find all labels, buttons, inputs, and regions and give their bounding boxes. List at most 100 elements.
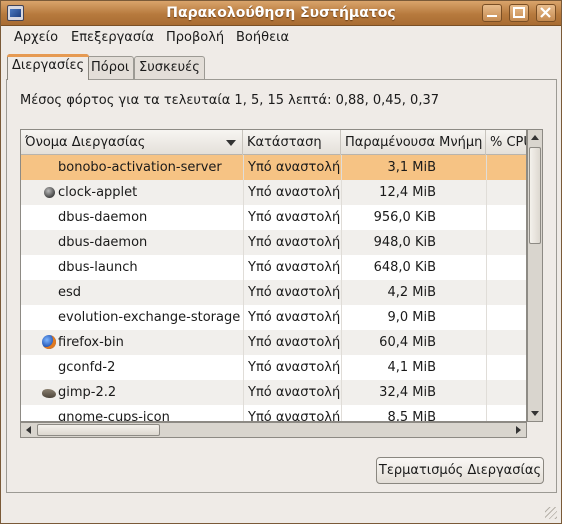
process-cpu: 0 <box>486 405 527 421</box>
process-cpu: 0 <box>486 305 527 330</box>
process-status: Υπό αναστολή <box>248 360 340 375</box>
process-name: esd <box>58 285 82 300</box>
process-name: dbus-launch <box>58 260 138 275</box>
scroll-right-icon[interactable] <box>515 425 523 435</box>
menu-view[interactable]: Προβολή <box>166 30 224 45</box>
process-memory: 32,4 MiB <box>379 385 436 400</box>
column-header-memory[interactable]: Παραμένουσα Μνήμη <box>341 130 486 155</box>
minimize-icon <box>487 15 497 17</box>
table-row[interactable]: evolution-exchange-storage Υπό αναστολή 9,… <box>21 305 526 330</box>
menu-file[interactable]: Αρχείο <box>14 30 58 45</box>
column-separator <box>243 280 244 305</box>
column-header-name[interactable]: Όνομα Διεργασίας <box>21 130 243 155</box>
process-cpu: 0 <box>486 180 527 205</box>
column-separator <box>243 180 244 205</box>
table-row[interactable]: dbus-daemon Υπό αναστολή 948,0 KiB 0 <box>21 230 526 255</box>
end-process-button[interactable]: Τερματισμός Διεργασίας <box>376 457 544 484</box>
tab-resources[interactable]: Πόροι <box>86 56 135 80</box>
column-separator <box>341 305 342 330</box>
maximize-button[interactable] <box>509 4 529 22</box>
sort-descending-icon <box>226 140 236 146</box>
table-row[interactable]: dbus-launch Υπό αναστολή 648,0 KiB 0 <box>21 255 526 280</box>
process-memory: 3,1 MiB <box>387 160 436 175</box>
column-separator <box>341 355 342 380</box>
column-cpu-label: % CPU <box>490 135 526 150</box>
process-name: evolution-exchange-storage <box>58 310 241 325</box>
column-separator <box>243 305 244 330</box>
scroll-down-icon[interactable] <box>530 410 540 418</box>
column-separator <box>341 255 342 280</box>
menu-edit[interactable]: Επεξεργασία <box>71 30 154 45</box>
process-name: gconfd-2 <box>58 360 116 375</box>
table-row[interactable]: bonobo-activation-server Υπό αναστολή 3,1 … <box>21 155 526 180</box>
column-separator <box>243 405 244 421</box>
process-cpu: 0 <box>486 155 527 180</box>
column-separator <box>243 155 244 180</box>
table-row[interactable]: gimp-2.2 Υπό αναστολή 32,4 MiB 0 <box>21 380 526 405</box>
column-separator <box>243 205 244 230</box>
process-cpu: 0 <box>486 255 527 280</box>
vertical-scroll-thumb[interactable] <box>529 147 541 244</box>
system-monitor-window: Παρακολούθηση Συστήματος Αρχείο Επεξεργα… <box>0 0 562 524</box>
tab-devices[interactable]: Συσκευές <box>134 56 205 80</box>
process-cpu: 0 <box>486 380 527 405</box>
process-cpu: 0 <box>486 230 527 255</box>
process-cpu: 0 <box>486 330 527 355</box>
table-row[interactable]: gnome-cups-icon Υπό αναστολή 8,5 MiB 0 <box>21 405 527 422</box>
process-status: Υπό αναστολή <box>248 185 340 200</box>
close-button[interactable] <box>536 4 556 22</box>
horizontal-scrollbar[interactable] <box>20 422 527 438</box>
process-status: Υπό αναστολή <box>248 260 340 275</box>
column-separator <box>341 230 342 255</box>
process-status: Υπό αναστολή <box>248 385 340 400</box>
process-status: Υπό αναστολή <box>248 210 340 225</box>
process-memory: 948,0 KiB <box>373 235 436 250</box>
process-memory: 12,4 MiB <box>379 185 436 200</box>
column-name-label: Όνομα Διεργασίας <box>25 135 146 150</box>
resize-grip[interactable] <box>545 507 557 519</box>
column-header-cpu[interactable]: % CPU <box>486 130 526 155</box>
column-separator <box>243 355 244 380</box>
menu-bar: Αρχείο Επεξεργασία Προβολή Βοήθεια <box>2 26 561 51</box>
table-row[interactable]: dbus-daemon Υπό αναστολή 956,0 KiB 0 <box>21 205 526 230</box>
table-body: bonobo-activation-server Υπό αναστολή 3,1 … <box>21 155 527 422</box>
column-memory-label: Παραμένουσα Μνήμη <box>345 135 483 150</box>
process-memory: 8,5 MiB <box>387 410 436 422</box>
gimp-icon <box>42 389 56 398</box>
process-memory: 4,2 MiB <box>387 285 436 300</box>
vertical-scrollbar[interactable] <box>527 129 543 422</box>
column-header-status[interactable]: Κατάσταση <box>243 130 341 155</box>
tab-processes[interactable]: Διεργασίες <box>7 54 90 80</box>
process-table: Όνομα Διεργασίας Κατάσταση Παραμένουσα Μ… <box>20 129 527 422</box>
process-cpu: 0 <box>486 205 527 230</box>
column-separator <box>341 330 342 355</box>
process-status: Υπό αναστολή <box>248 310 340 325</box>
process-name: clock-applet <box>58 185 138 200</box>
menu-help[interactable]: Βοήθεια <box>236 30 289 45</box>
column-separator <box>341 180 342 205</box>
column-separator <box>341 155 342 180</box>
process-name: firefox-bin <box>58 335 124 350</box>
process-status: Υπό αναστολή <box>248 410 340 422</box>
process-memory: 60,4 MiB <box>379 335 436 350</box>
column-separator <box>341 380 342 405</box>
scroll-up-icon[interactable] <box>530 133 540 141</box>
column-separator <box>243 255 244 280</box>
table-row[interactable]: firefox-bin Υπό αναστολή 60,4 MiB 0 <box>21 330 526 355</box>
horizontal-scroll-thumb[interactable] <box>37 424 160 436</box>
process-memory: 9,0 MiB <box>387 310 436 325</box>
process-status: Υπό αναστολή <box>248 160 340 175</box>
scroll-left-icon[interactable] <box>24 425 32 435</box>
process-name: dbus-daemon <box>58 235 148 250</box>
table-row[interactable]: clock-applet Υπό αναστολή 12,4 MiB 0 <box>21 180 526 205</box>
table-row[interactable]: esd Υπό αναστολή 4,2 MiB 0 <box>21 280 526 305</box>
minimize-button[interactable] <box>482 4 502 22</box>
table-row[interactable]: gconfd-2 Υπό αναστολή 4,1 MiB 0 <box>21 355 526 380</box>
column-separator <box>243 330 244 355</box>
load-average-label: Μέσος φόρτος για τα τελευταία 1, 5, 15 λ… <box>20 93 440 108</box>
firefox-icon <box>42 335 56 349</box>
process-status: Υπό αναστολή <box>248 335 340 350</box>
process-status: Υπό αναστολή <box>248 235 340 250</box>
table-header: Όνομα Διεργασίας Κατάσταση Παραμένουσα Μ… <box>21 130 526 155</box>
title-bar[interactable]: Παρακολούθηση Συστήματος <box>1 1 561 26</box>
